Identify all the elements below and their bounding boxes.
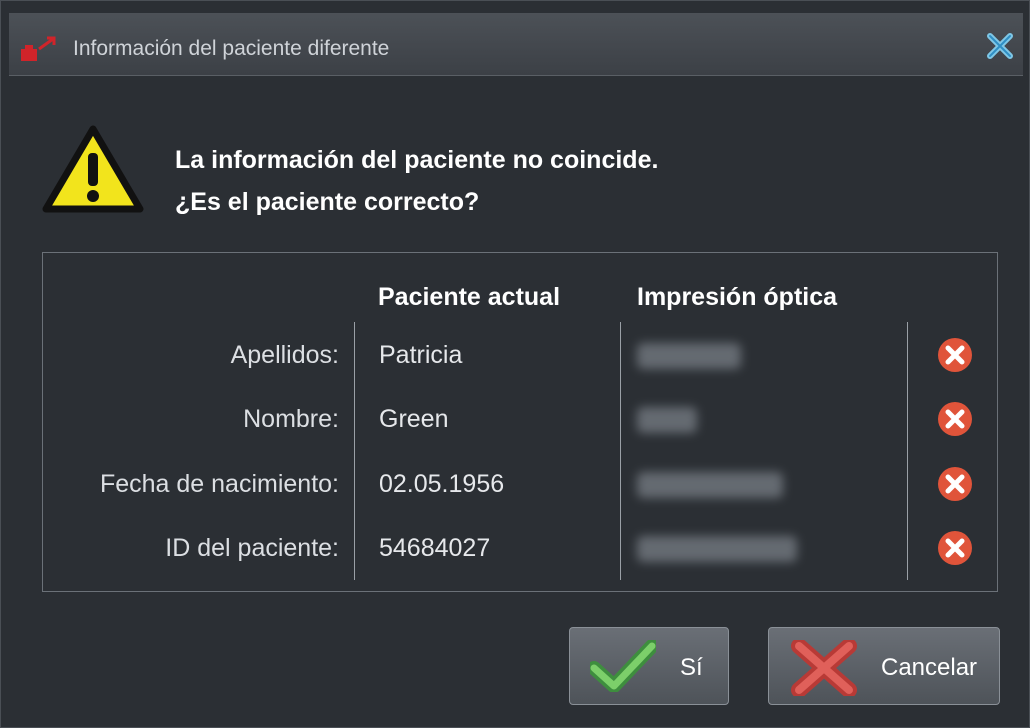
mismatch-icon — [938, 467, 972, 501]
yes-button[interactable]: Sí — [569, 627, 729, 705]
yes-button-label: Sí — [680, 654, 703, 681]
row-label: Fecha de nacimiento: — [99, 470, 339, 498]
current-value: 02.05.1956 — [379, 470, 505, 498]
current-value: Green — [379, 405, 449, 433]
row-label: Nombre: — [243, 405, 339, 433]
cancel-button-label: Cancelar — [881, 654, 978, 681]
window-title: Información del paciente diferente — [73, 37, 390, 60]
mismatch-icon — [938, 402, 972, 436]
current-value: Patricia — [379, 341, 463, 369]
warning-icon — [42, 125, 144, 213]
message-line-1: La información del paciente no coincide. — [175, 146, 659, 174]
column-divider — [354, 322, 355, 580]
column-header-optical-impression: Impresión óptica — [637, 283, 838, 311]
row-label: Apellidos: — [230, 341, 339, 369]
current-value: 54684027 — [379, 534, 491, 562]
patient-transfer-icon — [21, 36, 56, 61]
row-label: ID del paciente: — [165, 534, 339, 562]
mismatch-icon — [938, 338, 972, 372]
checkmark-icon — [590, 640, 656, 692]
title-bar: Información del paciente diferente — [9, 13, 1023, 76]
optical-value-blurred — [637, 536, 797, 562]
column-header-current-patient: Paciente actual — [378, 283, 561, 311]
optical-value-blurred — [637, 407, 697, 433]
column-divider — [907, 322, 908, 580]
optical-value-blurred — [637, 472, 783, 498]
close-icon[interactable] — [985, 31, 1015, 61]
optical-value-blurred — [637, 343, 741, 369]
cancel-button[interactable]: Cancelar — [768, 627, 1000, 705]
mismatch-icon — [938, 531, 972, 565]
cancel-x-icon — [791, 640, 857, 696]
column-divider — [620, 322, 621, 580]
message-line-2: ¿Es el paciente correcto? — [175, 188, 480, 216]
patient-mismatch-dialog: Información del paciente diferente La in… — [0, 0, 1030, 728]
